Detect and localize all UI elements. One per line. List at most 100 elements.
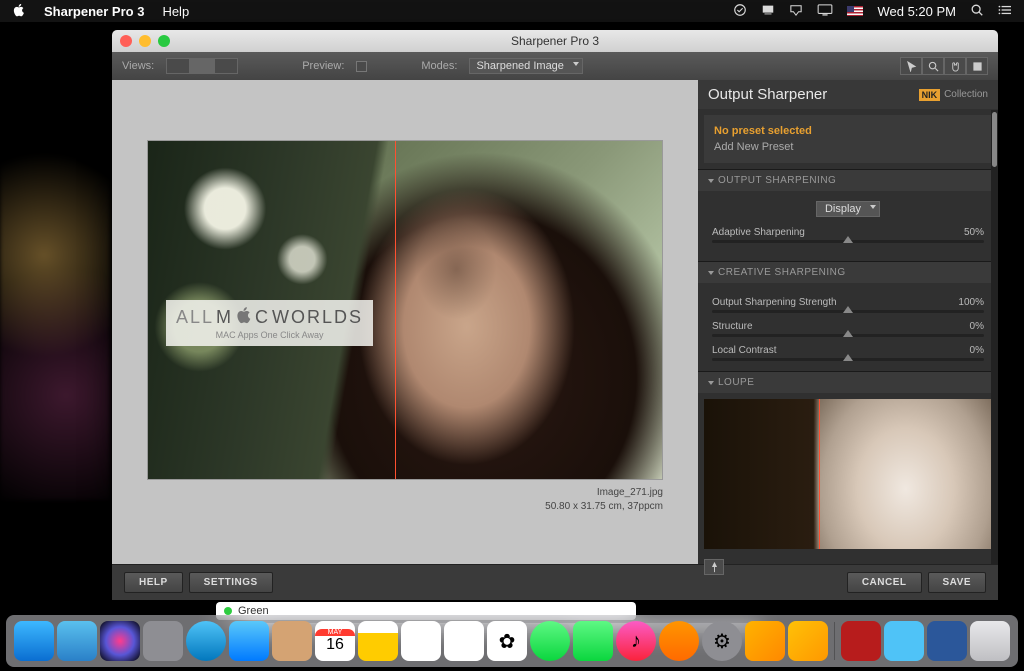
macos-menubar: Sharpener Pro 3 Help Wed 5:20 PM — [0, 0, 1024, 22]
mode-select[interactable]: Sharpened Image — [469, 58, 582, 74]
watermark-text: WORLDS — [272, 307, 363, 328]
dock-mail-icon[interactable] — [229, 621, 269, 661]
menubar-app-name[interactable]: Sharpener Pro 3 — [44, 4, 144, 19]
dock-siri-icon[interactable] — [100, 621, 140, 661]
dock-facetime-icon[interactable] — [573, 621, 613, 661]
output-mode-select[interactable]: Display — [816, 201, 880, 217]
split-divider[interactable] — [395, 141, 396, 479]
preset-status: No preset selected — [714, 125, 982, 137]
view-side-button[interactable] — [214, 58, 238, 74]
slider-label: Structure — [712, 321, 753, 332]
contrast-slider[interactable] — [712, 358, 984, 361]
menubar-airplay-icon[interactable] — [789, 4, 803, 19]
app-toolbar: Views: Preview: Modes: Sharpened Image — [112, 52, 998, 80]
app-window: Sharpener Pro 3 Views: Preview: Modes: S… — [112, 30, 998, 600]
dock-itunes-icon[interactable]: ♪ — [616, 621, 656, 661]
slider-handle[interactable] — [843, 354, 853, 361]
menubar-status-icon[interactable] — [733, 3, 747, 20]
slider-label: Adaptive Sharpening — [712, 227, 805, 238]
collapse-triangle-icon — [708, 271, 714, 275]
loupe-preview[interactable] — [704, 399, 992, 549]
collapse-triangle-icon — [708, 179, 714, 183]
collapse-triangle-icon — [708, 381, 714, 385]
slider-handle[interactable] — [843, 306, 853, 313]
add-preset-link[interactable]: Add New Preset — [714, 141, 982, 153]
section-output-sharpening: OUTPUT SHARPENING Display Adaptive Sharp… — [698, 169, 998, 261]
calendar-month: MAY — [315, 629, 355, 636]
section-header[interactable]: OUTPUT SHARPENING — [698, 170, 998, 191]
section-loupe: LOUPE — [698, 371, 998, 579]
dock-separator — [834, 622, 835, 660]
menubar-notification-icon[interactable] — [761, 3, 775, 20]
scrollbar-thumb[interactable] — [992, 112, 997, 167]
dock-finder-icon[interactable] — [14, 621, 54, 661]
dock-safari-icon[interactable] — [186, 621, 226, 661]
slider-handle[interactable] — [843, 236, 853, 243]
dock-notes-icon[interactable] — [358, 621, 398, 661]
dock-document-icon[interactable] — [927, 621, 967, 661]
input-source-flag-icon[interactable] — [847, 6, 863, 16]
right-panel: Output Sharpener NIK Collection No prese… — [698, 80, 998, 564]
strength-slider[interactable] — [712, 310, 984, 313]
dock-reminders-icon[interactable] — [401, 621, 441, 661]
settings-button[interactable]: SETTINGS — [189, 572, 273, 593]
preview-checkbox[interactable] — [356, 61, 367, 72]
dock-appstore-icon[interactable] — [57, 621, 97, 661]
menubar-display-icon[interactable] — [817, 4, 833, 19]
dock-trash-icon[interactable] — [970, 621, 1010, 661]
dock-contacts-icon[interactable] — [272, 621, 312, 661]
menubar-help[interactable]: Help — [162, 4, 189, 19]
view-split-button[interactable] — [190, 58, 214, 74]
dock-preferences-icon[interactable]: ⚙ — [702, 621, 742, 661]
dropdown-arrow-icon — [870, 205, 876, 209]
dock-adobe-icon[interactable] — [841, 621, 881, 661]
panel-title: Output Sharpener — [708, 86, 827, 103]
menubar-clock[interactable]: Wed 5:20 PM — [877, 4, 956, 19]
slider-handle[interactable] — [843, 330, 853, 337]
output-mode-value: Display — [825, 203, 861, 215]
window-titlebar[interactable]: Sharpener Pro 3 — [112, 30, 998, 52]
dock-launchpad-icon[interactable] — [143, 621, 183, 661]
preset-box: No preset selected Add New Preset — [704, 115, 992, 163]
dock-app-yellow2-icon[interactable] — [788, 621, 828, 661]
modes-label: Modes: — [421, 60, 457, 72]
window-title: Sharpener Pro 3 — [112, 34, 998, 48]
panel-scrollbar[interactable] — [991, 110, 998, 564]
watermark: ALL MC WORLDS MAC Apps One Click Away — [166, 300, 373, 346]
dock-downloads-icon[interactable] — [884, 621, 924, 661]
dock-photos-icon[interactable]: ✿ — [487, 621, 527, 661]
dock-calendar-icon[interactable]: MAY16 — [315, 621, 355, 661]
select-tool-button[interactable] — [900, 57, 922, 75]
image-filename: Image_271.jpg — [147, 486, 663, 500]
image-preview[interactable]: ALL MC WORLDS MAC Apps One Click Away — [147, 140, 663, 480]
dock-app-yellow1-icon[interactable] — [745, 621, 785, 661]
spotlight-icon[interactable] — [970, 3, 984, 20]
slider-label: Output Sharpening Strength — [712, 297, 837, 308]
section-title: LOUPE — [718, 377, 754, 388]
nik-brand-badge: NIK Collection — [919, 89, 988, 101]
adaptive-slider[interactable] — [712, 240, 984, 243]
slider-value: 100% — [958, 297, 984, 308]
panel-header: Output Sharpener NIK Collection — [698, 80, 998, 109]
view-single-button[interactable] — [166, 58, 190, 74]
dock-calendar2-icon[interactable] — [444, 621, 484, 661]
menubar-list-icon[interactable] — [998, 4, 1012, 19]
preview-label: Preview: — [302, 60, 344, 72]
section-title: CREATIVE SHARPENING — [718, 267, 846, 278]
dock-ibooks-icon[interactable] — [659, 621, 699, 661]
loupe-divider — [819, 399, 820, 549]
section-header[interactable]: LOUPE — [698, 372, 998, 393]
section-header[interactable]: CREATIVE SHARPENING — [698, 262, 998, 283]
hand-tool-button[interactable] — [944, 57, 966, 75]
loupe-pin-button[interactable] — [704, 559, 724, 575]
zoom-tool-button[interactable] — [922, 57, 944, 75]
slider-value: 50% — [964, 227, 984, 238]
apple-menu-icon[interactable] — [12, 3, 26, 20]
help-button[interactable]: HELP — [124, 572, 183, 593]
dropdown-arrow-icon — [573, 62, 579, 66]
background-tool-button[interactable] — [966, 57, 988, 75]
dock-messages-icon[interactable] — [530, 621, 570, 661]
structure-slider[interactable] — [712, 334, 984, 337]
watermark-subtitle: MAC Apps One Click Away — [216, 330, 324, 340]
calendar-day: 16 — [326, 636, 344, 654]
